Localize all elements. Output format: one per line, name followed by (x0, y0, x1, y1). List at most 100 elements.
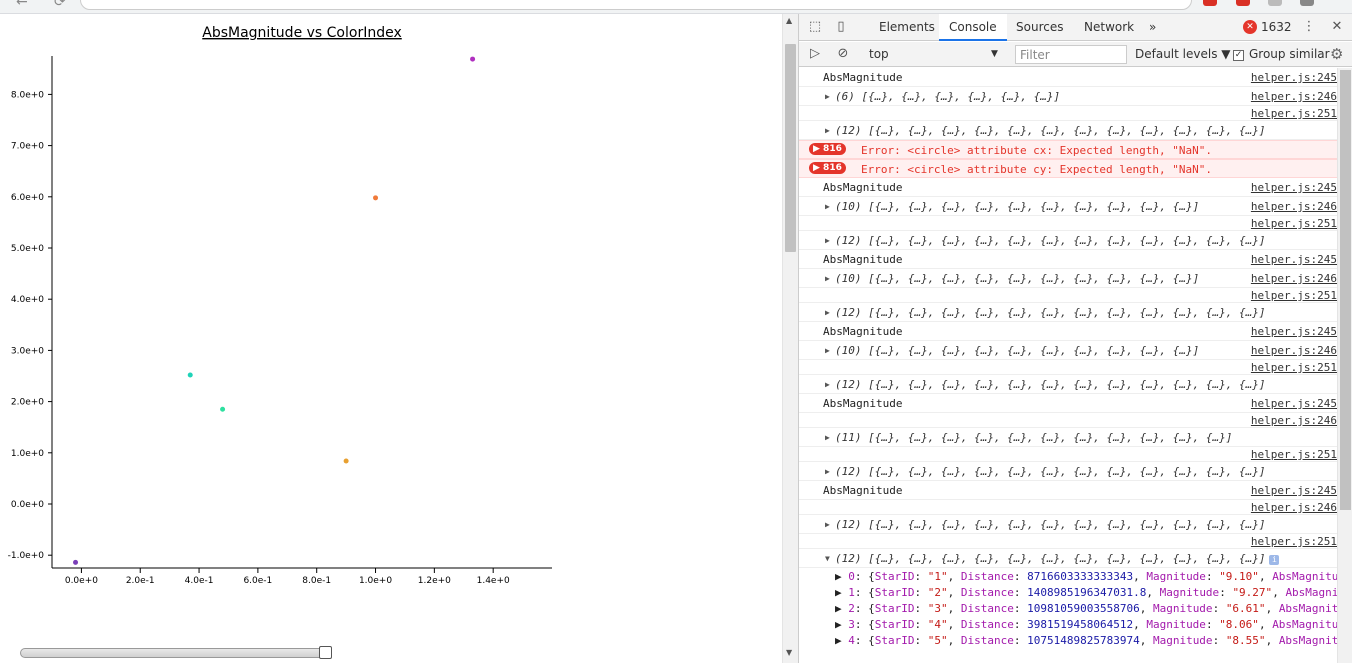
array-entry[interactable]: ▶ 1: {StarID: "2", Distance: 14089851963… (835, 586, 1337, 599)
source-link[interactable]: helper.js:246 (1251, 272, 1337, 285)
source-link[interactable]: helper.js:251 (1251, 535, 1337, 548)
source-link[interactable]: helper.js:245 (1251, 181, 1337, 194)
source-link[interactable]: helper.js:245 (1251, 325, 1337, 338)
close-devtools-icon[interactable]: ✕ (1329, 19, 1345, 35)
console-array[interactable]: (12) [{…}, {…}, {…}, {…}, {…}, {…}, {…},… (835, 234, 1265, 247)
console-row: ▶ (12) [{…}, {…}, {…}, {…}, {…}, {…}, {…}… (799, 375, 1337, 394)
back-icon[interactable]: ← (16, 0, 28, 10)
context-selector[interactable]: top (863, 46, 1003, 63)
expand-triangle-icon[interactable]: ▶ (825, 433, 830, 442)
expand-triangle-icon[interactable]: ▶ (825, 274, 830, 283)
error-count-badge[interactable]: ▶ 816 (809, 143, 846, 155)
console-array[interactable]: (10) [{…}, {…}, {…}, {…}, {…}, {…}, {…},… (835, 272, 1199, 285)
console-array[interactable]: (12) [{…}, {…}, {…}, {…}, {…}, {…}, {…},… (835, 306, 1265, 319)
expand-triangle-icon[interactable]: ▶ (835, 602, 848, 615)
expand-triangle-icon[interactable]: ▶ (825, 520, 830, 529)
x-tick-label: 1.0e+0 (359, 576, 392, 586)
source-link[interactable]: helper.js:251 (1251, 361, 1337, 374)
console-array[interactable]: (10) [{…}, {…}, {…}, {…}, {…}, {…}, {…},… (835, 344, 1199, 357)
source-link[interactable]: helper.js:251 (1251, 107, 1337, 120)
more-tabs-icon[interactable]: » (1139, 14, 1166, 41)
source-link[interactable]: helper.js:251 (1251, 289, 1337, 302)
reload-icon[interactable]: ⟳ (54, 0, 66, 10)
console-array[interactable]: (12) [{…}, {…}, {…}, {…}, {…}, {…}, {…},… (835, 378, 1265, 391)
entry-brace: : { (854, 602, 875, 615)
chevron-down-icon[interactable]: ▼ (991, 46, 998, 63)
expand-triangle-icon[interactable]: ▶ (835, 570, 848, 583)
extension-icon[interactable] (1203, 0, 1217, 6)
console-scrollbar-thumb[interactable] (1340, 70, 1351, 510)
array-entry[interactable]: ▶ 3: {StarID: "4", Distance: 39815194580… (835, 618, 1337, 631)
slider-handle[interactable] (319, 646, 332, 659)
tab-sources[interactable]: Sources (1006, 14, 1073, 41)
entry-sep: , (1146, 586, 1160, 599)
entry-value: "6.61" (1225, 602, 1266, 615)
array-entry[interactable]: ▶ 4: {StarID: "5", Distance: 10751489825… (835, 634, 1337, 647)
extension-icon[interactable] (1236, 0, 1250, 6)
entry-key: StarID (874, 570, 915, 583)
console-array[interactable]: (12) [{…}, {…}, {…}, {…}, {…}, {…}, {…},… (835, 518, 1265, 531)
expand-triangle-icon[interactable]: ▶ (825, 380, 830, 389)
group-similar-checkbox[interactable]: ✓ (1233, 50, 1244, 61)
console-row: helper.js:246 (799, 413, 1337, 428)
entry-key: StarID (874, 602, 915, 615)
source-link[interactable]: helper.js:251 (1251, 217, 1337, 230)
expand-triangle-icon[interactable]: ▶ (825, 202, 830, 211)
log-levels-dropdown[interactable]: Default levels ▼ (1135, 46, 1231, 63)
gear-icon[interactable]: ⚙ (1330, 46, 1343, 63)
expand-triangle-icon[interactable]: ▶ (835, 586, 848, 599)
extension-icon[interactable] (1300, 0, 1314, 6)
console-array[interactable]: (12) [{…}, {…}, {…}, {…}, {…}, {…}, {…},… (835, 552, 1280, 565)
console-array[interactable]: (12) [{…}, {…}, {…}, {…}, {…}, {…}, {…},… (835, 124, 1265, 137)
inspect-element-icon[interactable]: ⬚ (807, 19, 823, 35)
address-bar[interactable] (80, 0, 1192, 10)
clear-console-icon[interactable]: ⊘ (835, 46, 851, 62)
source-link[interactable]: helper.js:251 (1251, 448, 1337, 461)
device-toolbar-icon[interactable]: ▯ (833, 19, 849, 35)
source-link[interactable]: helper.js:246 (1251, 90, 1337, 103)
console-row: ▶ (11) [{…}, {…}, {…}, {…}, {…}, {…}, {…}… (799, 428, 1337, 447)
expand-triangle-icon[interactable]: ▶ (835, 618, 848, 631)
array-entry[interactable]: ▶ 2: {StarID: "3", Distance: 10981059003… (835, 602, 1337, 615)
source-link[interactable]: helper.js:245 (1251, 253, 1337, 266)
console-scrollbar[interactable] (1337, 68, 1352, 663)
source-link[interactable]: helper.js:245 (1251, 397, 1337, 410)
source-link[interactable]: helper.js:245 (1251, 71, 1337, 84)
expand-triangle-icon[interactable]: ▶ (825, 236, 830, 245)
tab-console[interactable]: Console (939, 14, 1007, 41)
entry-sep: , (947, 634, 961, 647)
kebab-menu-icon[interactable]: ⋮ (1301, 19, 1317, 35)
scroll-down-icon[interactable]: ▼ (786, 648, 792, 657)
source-link[interactable]: helper.js:245 (1251, 484, 1337, 497)
filter-input[interactable] (1015, 45, 1127, 64)
expand-triangle-icon[interactable]: ▶ (825, 346, 830, 355)
expand-triangle-icon[interactable]: ▶ (825, 467, 830, 476)
source-link[interactable]: helper.js:246 (1251, 414, 1337, 427)
expanded-triangle-icon[interactable]: ▼ (825, 554, 830, 563)
extension-icon[interactable] (1268, 0, 1282, 6)
error-icon[interactable]: ✕ (1243, 20, 1257, 34)
entry-sep: : (1205, 570, 1220, 583)
console-array[interactable]: (10) [{…}, {…}, {…}, {…}, {…}, {…}, {…},… (835, 200, 1199, 213)
console-array[interactable]: (6) [{…}, {…}, {…}, {…}, {…}, {…}] (835, 90, 1060, 103)
scroll-up-icon[interactable]: ▲ (786, 16, 792, 25)
error-count[interactable]: 1632 (1261, 14, 1292, 41)
source-link[interactable]: helper.js:246 (1251, 344, 1337, 357)
tab-elements[interactable]: Elements (869, 14, 945, 41)
error-count-badge[interactable]: ▶ 816 (809, 162, 846, 174)
console-array[interactable]: (11) [{…}, {…}, {…}, {…}, {…}, {…}, {…},… (835, 431, 1232, 444)
source-link[interactable]: helper.js:246 (1251, 501, 1337, 514)
expand-triangle-icon[interactable]: ▶ (825, 92, 830, 101)
slider-track[interactable] (20, 648, 332, 658)
page-scrollbar-thumb[interactable] (785, 44, 796, 252)
sidebar-toggle-icon[interactable]: ▷ (807, 46, 823, 62)
page-scrollbar[interactable]: ▲ ▼ (782, 14, 798, 663)
source-link[interactable]: helper.js:246 (1251, 200, 1337, 213)
expand-triangle-icon[interactable]: ▶ (825, 126, 830, 135)
expand-triangle-icon[interactable]: ▶ (835, 634, 848, 647)
console-array[interactable]: (12) [{…}, {…}, {…}, {…}, {…}, {…}, {…},… (835, 465, 1265, 478)
tab-network[interactable]: Network (1074, 14, 1144, 41)
array-entry[interactable]: ▶ 0: {StarID: "1", Distance: 87166033333… (835, 570, 1337, 583)
expand-triangle-icon[interactable]: ▶ (825, 308, 830, 317)
info-icon[interactable]: i (1269, 555, 1280, 565)
